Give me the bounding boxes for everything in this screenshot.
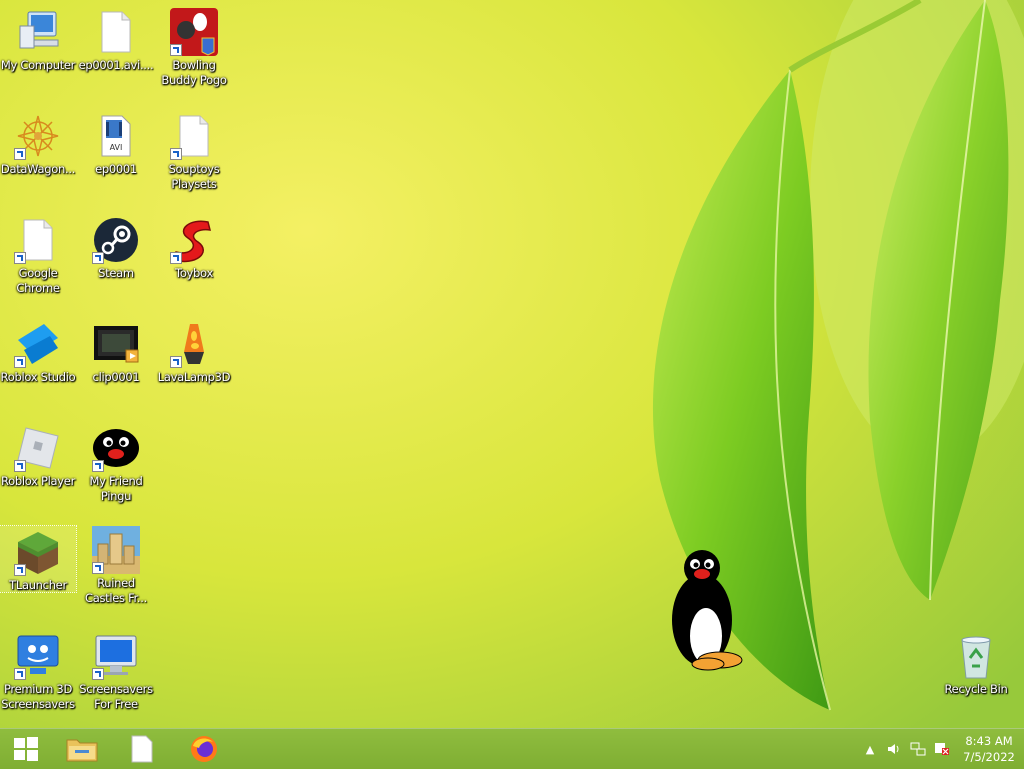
action-center-button[interactable] [930, 729, 954, 769]
network-button[interactable] [906, 729, 930, 769]
blank-document-icon [14, 216, 62, 264]
ep0001-avi-file[interactable]: ep0001.avi.... [78, 8, 154, 73]
roblox-studio-icon [14, 320, 62, 368]
bowling-buddy-pogo-shortcut[interactable]: Bowling Buddy Pogo [156, 8, 232, 88]
tlauncher-shortcut[interactable]: TLauncher [0, 525, 77, 593]
datawagon-icon [14, 112, 62, 160]
taskbar: ▲ 8:43 AM 7/5/2022 [0, 728, 1024, 769]
blank-document-icon [170, 112, 218, 160]
steam-icon [92, 216, 140, 264]
shortcut-arrow-icon [170, 148, 182, 160]
computer-icon [14, 8, 62, 56]
roblox-player-shortcut[interactable]: Roblox Player [0, 424, 76, 489]
roblox-player-icon [14, 424, 62, 472]
steam-shortcut[interactable]: Steam [78, 216, 154, 281]
avi-video-icon: AVI [92, 112, 140, 160]
clip0001-video-file[interactable]: clip0001 [78, 320, 154, 385]
firefox-icon [191, 736, 217, 762]
clock-date: 7/5/2022 [963, 750, 1015, 764]
icon-label: Toybox [175, 266, 213, 280]
icon-label: Screensavers For Free [79, 682, 153, 711]
recycle-bin-icon [952, 632, 1000, 680]
premium-3d-screensavers-shortcut[interactable]: Premium 3D Screensavers [0, 632, 76, 712]
pingu-face-icon [92, 424, 140, 472]
icon-label: Google Chrome [16, 266, 60, 295]
icon-label: Steam [98, 266, 134, 280]
shortcut-arrow-icon [92, 252, 104, 264]
my-friend-pingu-shortcut[interactable]: My Friend Pingu [78, 424, 154, 504]
icon-label: Roblox Studio [0, 370, 76, 384]
icon-label: ep0001.avi.... [78, 58, 154, 72]
ruined-castles-shortcut[interactable]: Ruined Castles Fr... [78, 526, 154, 606]
souptoys-playsets-shortcut[interactable]: Souptoys Playsets [156, 112, 232, 192]
minecraft-grass-block-icon [14, 528, 62, 576]
shortcut-arrow-icon [170, 252, 182, 264]
system-tray: ▲ 8:43 AM 7/5/2022 [858, 729, 1024, 769]
blank-document-icon [92, 8, 140, 56]
shortcut-arrow-icon [170, 44, 182, 56]
my-computer-shortcut[interactable]: My Computer [0, 8, 76, 73]
shortcut-arrow-icon [14, 460, 26, 472]
bowling-game-icon [170, 8, 218, 56]
google-chrome-shortcut[interactable]: Google Chrome [0, 216, 76, 296]
icon-label: Bowling Buddy Pogo [161, 58, 227, 87]
clock-time: 8:43 AM [965, 734, 1013, 748]
shortcut-arrow-icon [14, 148, 26, 160]
icon-label: clip0001 [92, 370, 140, 384]
avi-badge: AVI [110, 143, 123, 152]
lavalamp3d-shortcut[interactable]: LavaLamp3D [156, 320, 232, 385]
flag-warning-icon [935, 743, 949, 755]
shortcut-arrow-icon [170, 356, 182, 368]
icon-label: My Computer [0, 58, 76, 72]
ep0001-video-file[interactable]: AVI ep0001 [78, 112, 154, 177]
shortcut-arrow-icon [14, 356, 26, 368]
speaker-icon [888, 744, 899, 754]
blank-document-icon [131, 735, 153, 763]
volume-button[interactable] [882, 729, 906, 769]
clock[interactable]: 8:43 AM 7/5/2022 [954, 733, 1024, 765]
chevron-up-icon: ▲ [865, 742, 875, 756]
icon-label: ep0001 [95, 162, 137, 176]
icon-label: DataWagon... [0, 162, 76, 176]
taskbar-file-explorer[interactable] [56, 729, 108, 769]
pingu-desktop-pet[interactable] [668, 548, 746, 674]
icon-label: Roblox Player [0, 474, 76, 488]
icon-label: Premium 3D Screensavers [1, 682, 75, 711]
video-clip-icon [92, 320, 140, 368]
toybox-s-icon [170, 216, 218, 264]
monitor-face-icon [14, 632, 62, 680]
lava-lamp-icon [170, 320, 218, 368]
start-button[interactable] [0, 729, 52, 769]
taskbar-document[interactable] [116, 729, 168, 769]
shortcut-arrow-icon [14, 564, 26, 576]
show-hidden-icons-button[interactable]: ▲ [858, 729, 882, 769]
desktop[interactable]: My Computer DataWagon... Google Chrome R… [0, 0, 1024, 728]
monitor-icon [92, 632, 140, 680]
shortcut-arrow-icon [92, 668, 104, 680]
folder-icon [66, 739, 98, 762]
shortcut-arrow-icon [92, 562, 104, 574]
icon-label: TLauncher [9, 578, 67, 592]
screensavers-for-free-shortcut[interactable]: Screensavers For Free [78, 632, 154, 712]
shortcut-arrow-icon [92, 460, 104, 472]
roblox-studio-shortcut[interactable]: Roblox Studio [0, 320, 76, 385]
icon-label: Recycle Bin [944, 682, 1008, 696]
shortcut-arrow-icon [14, 668, 26, 680]
castle-picture-icon [92, 526, 140, 574]
network-icon [910, 742, 926, 756]
recycle-bin[interactable]: Recycle Bin [938, 632, 1014, 697]
shortcut-arrow-icon [14, 252, 26, 264]
icon-label: Souptoys Playsets [168, 162, 220, 191]
datawagon-shortcut[interactable]: DataWagon... [0, 112, 76, 177]
icon-label: LavaLamp3D [157, 370, 231, 384]
windows-logo-icon [14, 737, 38, 761]
icon-label: Ruined Castles Fr... [84, 576, 147, 605]
icon-label: My Friend Pingu [89, 474, 143, 503]
taskbar-firefox[interactable] [178, 729, 230, 769]
toybox-shortcut[interactable]: Toybox [156, 216, 232, 281]
